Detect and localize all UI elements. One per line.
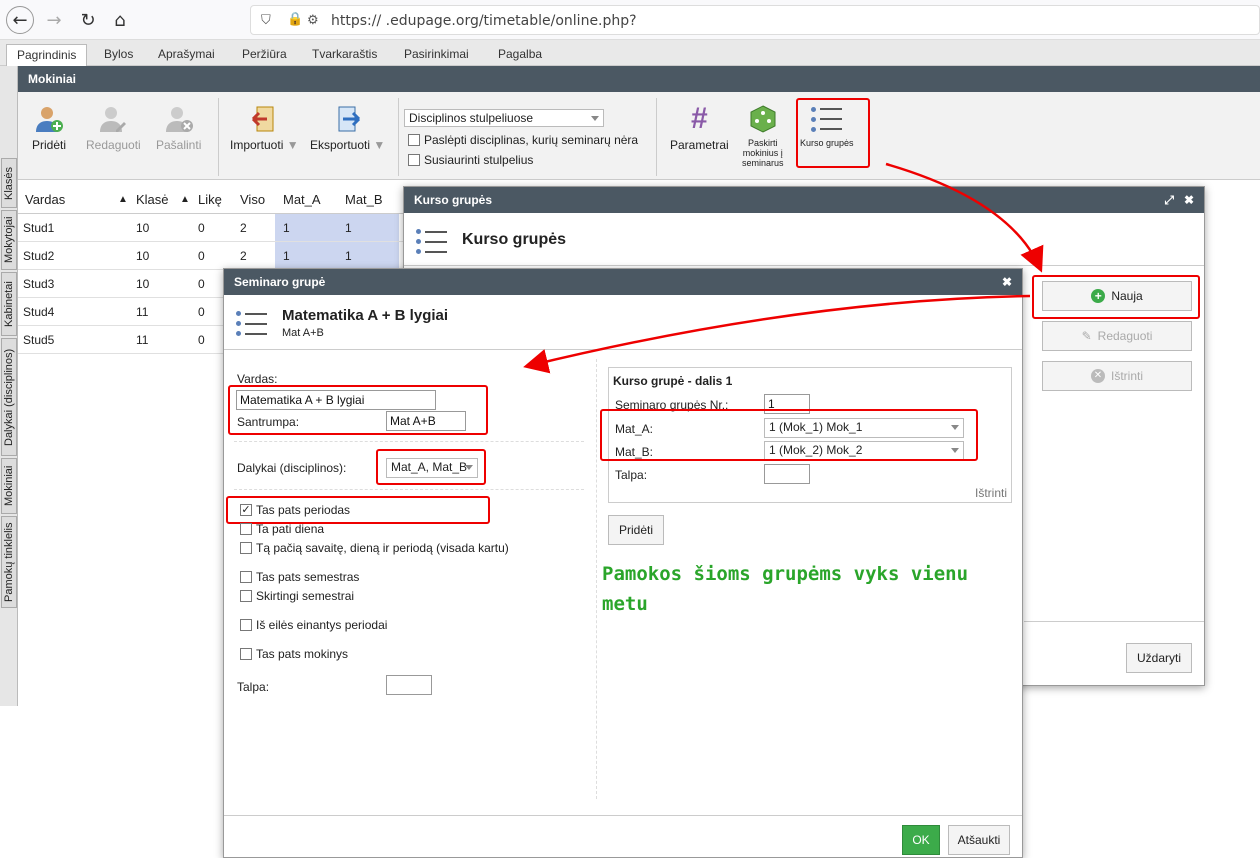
arrow-to-new [885, 162, 1044, 273]
arrow-to-form [523, 294, 1031, 374]
annotation-arrows [523, 162, 1044, 374]
